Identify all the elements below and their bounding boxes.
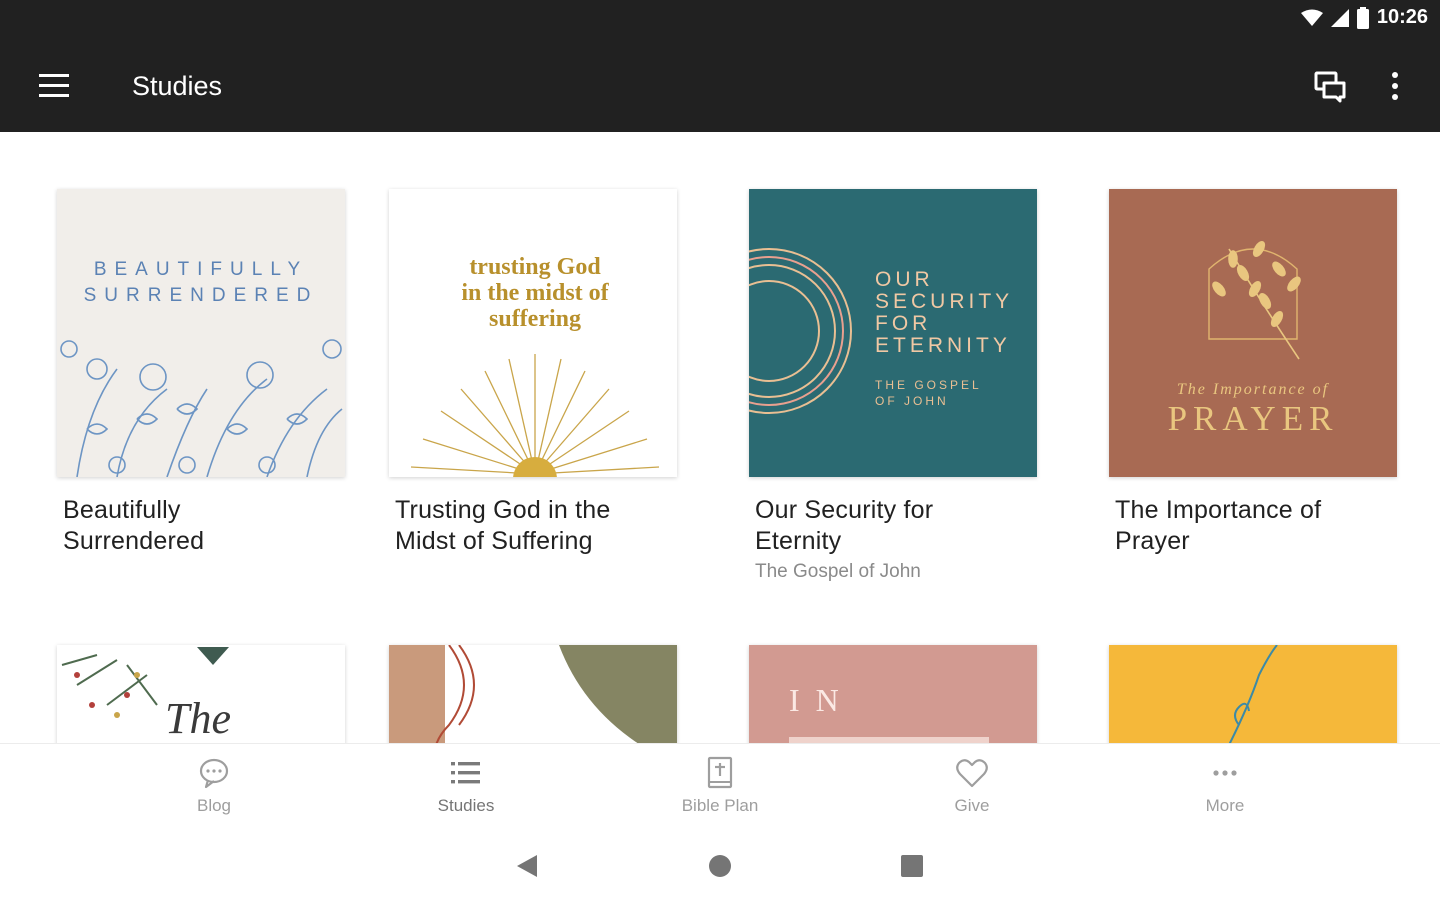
study-card[interactable] bbox=[1109, 645, 1397, 743]
study-title-line: Beautifully bbox=[63, 496, 181, 524]
study-card[interactable]: OUR SECURITY FOR ETERNITY THE GOSPEL OF … bbox=[749, 189, 1037, 583]
study-title-line: Trusting God in the bbox=[395, 496, 611, 524]
battery-icon bbox=[1356, 6, 1369, 29]
nav-studies[interactable]: Studies bbox=[396, 756, 536, 826]
messages-button[interactable] bbox=[1308, 64, 1352, 108]
hamburger-menu-icon bbox=[39, 74, 69, 97]
bible-icon bbox=[707, 756, 733, 789]
study-subtitle: The Gospel of John bbox=[755, 561, 921, 582]
cover-title-line: trusting God bbox=[469, 254, 601, 280]
wifi-icon bbox=[1300, 9, 1323, 26]
study-title: The Importance of Prayer bbox=[1115, 495, 1397, 557]
nav-give[interactable]: Give bbox=[902, 756, 1042, 826]
study-title-line: Surrendered bbox=[63, 527, 205, 555]
cover-title-line: IN bbox=[789, 682, 855, 718]
cover-art: The Importance of PRAYER bbox=[1168, 240, 1339, 438]
study-card[interactable]: IN bbox=[749, 645, 1037, 743]
cover-title-line: in the midst of bbox=[461, 280, 609, 306]
cover-title-line: SURRENDERED bbox=[84, 285, 319, 306]
study-title: Trusting God in the Midst of Suffering bbox=[395, 495, 677, 557]
cover-subtitle-line: OF JOHN bbox=[875, 394, 949, 408]
cover-title-line: The Importance of bbox=[1177, 381, 1330, 398]
nav-label: Bible Plan bbox=[681, 796, 759, 815]
app-root: 10:26 Studies BEAUTIFULLY SURRENDERED Be… bbox=[0, 0, 1440, 900]
cover-art: IN bbox=[789, 682, 989, 743]
nav-label: More bbox=[1205, 796, 1245, 815]
study-cover: OUR SECURITY FOR ETERNITY THE GOSPEL OF … bbox=[749, 189, 1037, 477]
nav-label: Studies bbox=[437, 796, 495, 815]
system-navigation-bar bbox=[0, 833, 1440, 900]
cover-art bbox=[389, 645, 677, 743]
study-card[interactable]: The Importance of PRAYER The Importance … bbox=[1109, 189, 1397, 557]
system-recents-button[interactable] bbox=[897, 851, 927, 881]
menu-button[interactable] bbox=[28, 68, 80, 104]
nav-bible-plan[interactable]: Bible Plan bbox=[650, 756, 790, 826]
cover-title-line: The bbox=[165, 694, 231, 743]
study-cover: The Importance of PRAYER bbox=[1109, 189, 1397, 477]
study-cover bbox=[1109, 645, 1397, 743]
overflow-menu-button[interactable] bbox=[1378, 64, 1412, 108]
study-title-line: Midst of Suffering bbox=[395, 527, 593, 555]
cover-title-line: PRAYER bbox=[1168, 399, 1339, 438]
nav-blog[interactable]: Blog bbox=[144, 756, 284, 826]
status-icons: 10:26 bbox=[1300, 6, 1428, 29]
cover-art bbox=[1228, 645, 1278, 743]
list-icon bbox=[451, 762, 480, 784]
home-circle-icon bbox=[709, 855, 731, 877]
study-title-line: Our Security for bbox=[755, 496, 934, 524]
nav-more[interactable]: More bbox=[1155, 756, 1295, 826]
cover-art: The bbox=[61, 647, 231, 743]
study-title-line: Prayer bbox=[1115, 527, 1190, 555]
chat-bubble-icon bbox=[199, 758, 229, 789]
cover-title-line: SECURITY bbox=[875, 290, 1013, 313]
cover-title-line: ETERNITY bbox=[875, 334, 1011, 357]
cell-signal-icon bbox=[1330, 8, 1349, 27]
back-triangle-icon bbox=[517, 855, 537, 877]
study-card[interactable] bbox=[389, 645, 677, 743]
cover-title-line: BEAUTIFULLY bbox=[94, 259, 308, 280]
cover-title-line: OUR bbox=[875, 268, 934, 291]
study-cover: trusting God in the midst of suffering bbox=[389, 189, 677, 477]
more-vertical-icon bbox=[1392, 72, 1398, 100]
more-horizontal-icon bbox=[1213, 770, 1237, 776]
cover-art: OUR SECURITY FOR ETERNITY THE GOSPEL OF … bbox=[749, 248, 1013, 414]
study-title-line: Eternity bbox=[755, 527, 842, 555]
heart-icon bbox=[956, 759, 988, 788]
study-title: Our Security for Eternity bbox=[755, 495, 1037, 557]
chat-icon bbox=[1314, 71, 1346, 103]
study-card[interactable]: trusting God in the midst of suffering T… bbox=[389, 189, 677, 557]
top-app-bar: Studies bbox=[0, 40, 1440, 132]
status-bar: 10:26 bbox=[0, 0, 1440, 40]
cover-art: BEAUTIFULLY SURRENDERED bbox=[60, 259, 343, 477]
study-cover bbox=[389, 645, 677, 743]
system-home-button[interactable] bbox=[705, 851, 735, 881]
study-card[interactable]: The bbox=[57, 645, 345, 743]
bottom-navigation: Blog Studies Bible Plan Give More bbox=[0, 743, 1440, 833]
cover-subtitle-line: THE GOSPEL bbox=[875, 378, 982, 392]
cover-title-line: suffering bbox=[489, 306, 581, 332]
cover-title-line: FOR bbox=[875, 312, 931, 335]
nav-label: Blog bbox=[196, 796, 232, 815]
nav-label: Give bbox=[954, 796, 990, 815]
study-cover: The bbox=[57, 645, 345, 743]
study-cover: BEAUTIFULLY SURRENDERED bbox=[57, 189, 345, 477]
recents-square-icon bbox=[901, 855, 923, 877]
status-time: 10:26 bbox=[1376, 6, 1428, 28]
study-cover: IN bbox=[749, 645, 1037, 743]
study-title-line: The Importance of bbox=[1115, 496, 1322, 524]
cover-art: trusting God in the midst of suffering bbox=[410, 254, 660, 477]
page-title: Studies bbox=[132, 71, 223, 101]
study-title: Beautifully Surrendered bbox=[63, 495, 345, 557]
studies-grid: BEAUTIFULLY SURRENDERED Beautifully Surr… bbox=[0, 132, 1440, 743]
study-card[interactable]: BEAUTIFULLY SURRENDERED Beautifully Surr… bbox=[57, 189, 345, 557]
system-back-button[interactable] bbox=[512, 851, 542, 881]
